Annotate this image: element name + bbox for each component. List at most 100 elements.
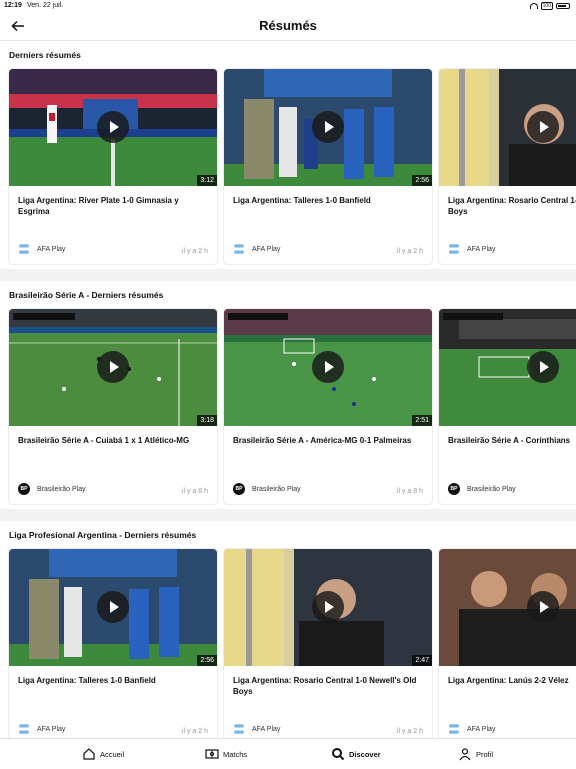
afa-logo-icon [234,244,244,254]
video-card[interactable]: Brasileirão Série A - Corinthians BP Bra… [439,309,576,504]
tab-discover[interactable]: Discover [331,739,381,769]
video-source: BP Brasileirão Play [18,483,86,495]
video-card[interactable]: Liga Argentina: Rosario Central 1-0 Newe… [439,69,576,264]
brasileirao-play-logo-icon: BP [448,483,460,495]
video-age: il y a 8 h [396,488,423,495]
video-age: il y a 2 h [396,728,423,735]
tab-label: Accueil [100,749,125,759]
source-name: AFA Play [252,245,281,253]
play-icon[interactable] [527,591,559,623]
play-icon[interactable] [97,351,129,383]
video-thumbnail [439,309,576,426]
tab-label: Discover [349,749,381,759]
video-source: AFA Play [233,723,280,735]
video-thumbnail: 2:56 [9,549,217,666]
tab-label: Profil [476,749,494,759]
video-card[interactable]: 2:56 Liga Argentina: Talleres 1-0 Banfie… [224,69,432,264]
page-title: Résumés [259,18,317,33]
search-icon [332,748,345,761]
video-source: AFA Play [18,723,65,735]
wifi-icon [529,3,538,9]
video-thumbnail: 3:18 [9,309,217,426]
video-title: Liga Argentina: Rosario Central 1-0 Newe… [448,196,576,216]
video-card[interactable]: 2:56 Liga Argentina: Talleres 1-0 Banfie… [9,549,217,738]
source-name: AFA Play [37,725,66,733]
tab-bar: Accueil Matchs Discover Profil [0,738,576,769]
section-liga-profesional: Liga Profesional Argentina - Derniers ré… [0,521,576,738]
afa-logo-icon [449,724,459,734]
battery-icon [556,3,570,9]
video-age: il y a 2 h [181,728,208,735]
video-source: AFA Play [233,243,280,255]
video-title: Liga Argentina: Talleres 1-0 Banfield [18,676,156,685]
video-thumbnail: 2:56 [224,69,432,186]
brasileirao-play-logo-icon: BP [233,483,245,495]
play-icon[interactable] [312,591,344,623]
home-icon [83,748,95,760]
video-title: Brasileirão Série A - Corinthians [448,436,571,445]
video-title: Brasileirão Série A - América-MG 0-1 Pal… [233,436,412,445]
video-thumbnail: 2:47 [224,549,432,666]
video-thumbnail [439,549,576,666]
battery-percent: 100 [540,2,553,10]
play-icon[interactable] [97,591,129,623]
tab-matchs[interactable]: Matchs [205,739,247,769]
video-card[interactable]: 3:12 Liga Argentina: River Plate 1-0 Gim… [9,69,217,264]
video-duration: 2:56 [197,655,217,666]
profile-icon [459,748,471,761]
tab-accueil[interactable]: Accueil [82,739,124,769]
video-title: Liga Argentina: Lanús 2-2 Vélez [448,676,569,685]
section-title: Liga Profesional Argentina - Derniers ré… [9,530,197,540]
afa-logo-icon [19,244,29,254]
header: Résumés [0,12,576,41]
play-icon[interactable] [527,351,559,383]
tab-profil[interactable]: Profil [458,739,493,769]
video-title: Liga Argentina: Rosario Central 1-0 Newe… [233,676,417,696]
video-source: BP Brasileirão Play [233,483,301,495]
play-icon[interactable] [97,111,129,143]
video-card[interactable]: 2:47 Liga Argentina: Rosario Central 1-0… [224,549,432,738]
video-source: AFA Play [448,723,495,735]
video-title: Liga Argentina: River Plate 1-0 Gimnasia… [18,196,179,216]
play-icon[interactable] [312,111,344,143]
play-icon[interactable] [527,111,559,143]
section-title: Brasileirão Série A - Derniers résumés [9,290,164,300]
video-source: AFA Play [448,243,495,255]
status-indicators: 100 [529,0,570,12]
section-brasileirao: Brasileirão Série A - Derniers résumés 3… [0,281,576,509]
video-card[interactable]: Liga Argentina: Lanús 2-2 Vélez AFA Play [439,549,576,738]
video-thumbnail [439,69,576,186]
afa-logo-icon [449,244,459,254]
source-name: Brasileirão Play [467,485,516,493]
video-duration: 2:47 [412,655,432,666]
video-thumbnail: 2:51 [224,309,432,426]
source-name: Brasileirão Play [37,485,86,493]
video-age: il y a 2 h [396,248,423,255]
status-date: Ven. 22 juil. [27,2,64,9]
brasileirao-play-logo-icon: BP [18,483,30,495]
afa-logo-icon [234,724,244,734]
source-name: AFA Play [37,245,66,253]
video-duration: 3:12 [197,175,217,186]
video-source: AFA Play [18,243,65,255]
video-thumbnail: 3:12 [9,69,217,186]
tab-label: Matchs [223,749,248,759]
pitch-icon [205,749,219,759]
play-icon[interactable] [312,351,344,383]
video-source: BP Brasileirão Play [448,483,516,495]
section-latest: Derniers résumés 3:12 Liga Argentina: Ri [0,41,576,269]
source-name: Brasileirão Play [252,485,301,493]
video-card[interactable]: 3:18 Brasileirão Série A - Cuiabá 1 x 1 … [9,309,217,504]
video-card[interactable]: 2:51 Brasileirão Série A - América-MG 0-… [224,309,432,504]
video-title: Brasileirão Série A - Cuiabá 1 x 1 Atlét… [18,436,190,445]
section-title: Derniers résumés [9,50,81,60]
video-duration: 2:51 [412,415,432,426]
video-duration: 2:56 [412,175,432,186]
source-name: AFA Play [467,725,496,733]
status-time: 12:19 [4,2,22,9]
video-age: il y a 8 h [181,488,208,495]
content-scroll[interactable]: Derniers résumés 3:12 Liga Argentina: Ri [0,41,576,738]
video-title: Liga Argentina: Talleres 1-0 Banfield [233,196,371,205]
video-duration: 3:18 [197,415,217,426]
source-name: AFA Play [252,725,281,733]
